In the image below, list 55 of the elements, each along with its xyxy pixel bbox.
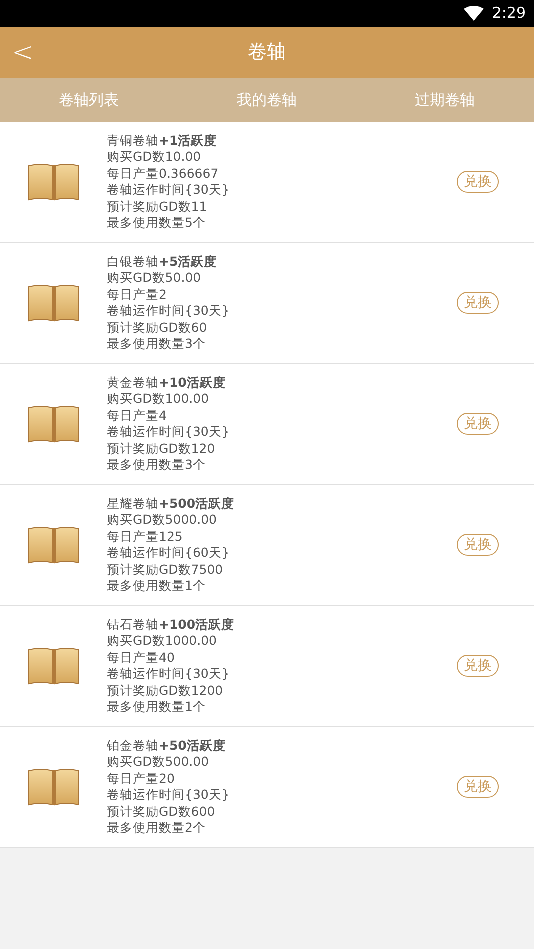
redeem-button[interactable]: 兑换: [457, 776, 499, 798]
redeem-button[interactable]: 兑换: [457, 655, 499, 677]
scroll-detail: 最多使用数量1个: [107, 699, 207, 716]
tab[interactable]: 卷轴列表: [0, 78, 178, 122]
redeem-button[interactable]: 兑换: [457, 534, 499, 556]
scroll-detail: 预计奖励GD数60: [107, 320, 208, 336]
scroll-detail: 预计奖励GD数1200: [107, 682, 224, 699]
back-button[interactable]: <: [0, 40, 34, 66]
status-time: 2:29: [492, 3, 526, 24]
scroll-detail: 预计奖励GD数7500: [107, 562, 224, 578]
scroll-detail: 购买GD数500.00: [107, 754, 210, 770]
scroll-detail: 每日产量125: [107, 528, 184, 545]
tab[interactable]: 过期卷轴: [356, 78, 534, 122]
scroll-title: 钻石卷轴+100活跃度: [107, 616, 236, 633]
scroll-detail: 卷轴运作时间{30天}: [107, 424, 231, 440]
scroll-detail: 预计奖励GD数11: [107, 198, 208, 215]
page-title: 卷轴: [248, 40, 286, 66]
scroll-title: 星耀卷轴+500活跃度: [107, 496, 236, 512]
scroll-detail: 卷轴运作时间{30天}: [107, 182, 231, 198]
scroll-detail: 购买GD数10.00: [107, 149, 202, 166]
scroll-title: 黄金卷轴+10活跃度: [107, 374, 227, 391]
scroll-detail: 最多使用数量5个: [107, 215, 207, 232]
scroll-detail: 购买GD数100.00: [107, 391, 210, 408]
book-icon: [28, 526, 80, 564]
book-icon: [28, 284, 80, 322]
wifi-icon: [464, 6, 484, 21]
book-icon: [28, 768, 80, 806]
tab[interactable]: 我的卷轴: [178, 78, 356, 122]
scroll-detail: 最多使用数量2个: [107, 820, 207, 836]
scroll-detail: 卷轴运作时间{60天}: [107, 545, 231, 562]
scroll-title: 青铜卷轴+1活跃度: [107, 132, 218, 149]
scroll-detail: 每日产量2: [107, 286, 168, 303]
scroll-detail: 每日产量0.366667: [107, 166, 220, 182]
scroll-detail: 购买GD数5000.00: [107, 512, 218, 528]
scroll-detail: 购买GD数50.00: [107, 270, 202, 286]
scroll-detail: 卷轴运作时间{30天}: [107, 787, 231, 804]
scroll-detail: 每日产量40: [107, 650, 176, 666]
scroll-detail: 购买GD数1000.00: [107, 633, 218, 650]
book-icon: [28, 647, 80, 685]
book-icon: [28, 163, 80, 201]
scroll-detail: 预计奖励GD数600: [107, 804, 216, 820]
redeem-button[interactable]: 兑换: [457, 292, 499, 314]
redeem-button[interactable]: 兑换: [457, 413, 499, 435]
scroll-detail: 预计奖励GD数120: [107, 440, 216, 457]
redeem-button[interactable]: 兑换: [457, 171, 499, 193]
scroll-detail: 卷轴运作时间{30天}: [107, 666, 231, 682]
scroll-detail: 最多使用数量3个: [107, 336, 207, 352]
scroll-detail: 每日产量4: [107, 408, 168, 424]
scroll-title: 铂金卷轴+50活跃度: [107, 738, 227, 754]
scroll-detail: 卷轴运作时间{30天}: [107, 303, 231, 320]
scroll-detail: 每日产量20: [107, 770, 176, 787]
scroll-detail: 最多使用数量1个: [107, 578, 207, 594]
book-icon: [28, 405, 80, 443]
scroll-title: 白银卷轴+5活跃度: [107, 254, 218, 270]
scroll-detail: 最多使用数量3个: [107, 457, 207, 474]
